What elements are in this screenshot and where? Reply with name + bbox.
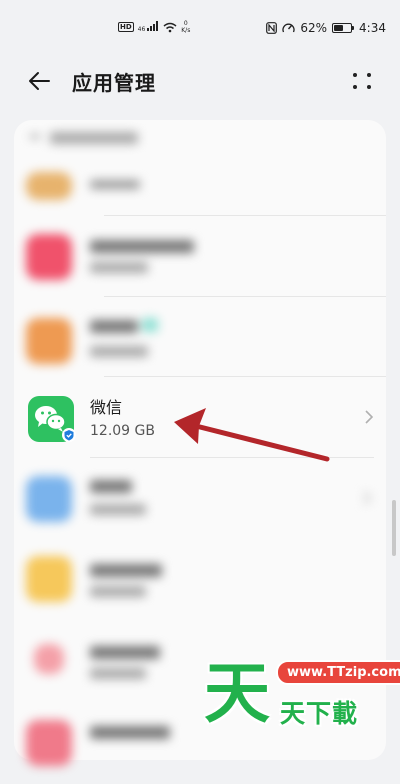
- list-item-wechat[interactable]: 微信 12.09 GB: [14, 376, 386, 458]
- watermark-text: 天下載: [280, 699, 359, 728]
- verified-shield-icon: [62, 428, 76, 442]
- app-name-placeholder: [90, 564, 162, 577]
- battery-icon: [332, 23, 355, 33]
- divider: [104, 296, 386, 297]
- app-name-placeholder: [90, 320, 138, 333]
- network-speed: 0 K/s: [181, 20, 191, 34]
- app-icon: [26, 172, 72, 200]
- wifi-icon: [163, 22, 177, 32]
- app-icon: [26, 556, 72, 602]
- page-title: 应用管理: [72, 71, 156, 95]
- more-dot-icon: [367, 73, 371, 77]
- app-icon: [26, 476, 72, 522]
- app-size-placeholder: [90, 346, 148, 357]
- divider: [104, 215, 386, 216]
- app-size-placeholder: [90, 668, 146, 679]
- arrow-left-icon: [29, 72, 50, 90]
- more-options-button[interactable]: [350, 68, 376, 94]
- app-name-placeholder: [90, 480, 132, 493]
- app-icon: [26, 720, 72, 766]
- app-name-placeholder: [90, 240, 194, 253]
- scrollbar[interactable]: [392, 500, 396, 556]
- back-button[interactable]: [22, 66, 56, 96]
- hd-badge: HD: [118, 22, 134, 32]
- chevron-right-icon: [363, 491, 372, 505]
- app-name-placeholder: [90, 180, 140, 189]
- battery-fill: [334, 25, 344, 31]
- app-size: 12.09 GB: [90, 423, 155, 439]
- app-name: 微信: [90, 398, 123, 417]
- more-dot-icon: [367, 85, 371, 89]
- watermark-big-char: 天: [204, 655, 270, 732]
- wechat-icon: [28, 396, 76, 442]
- app-icon: [34, 644, 64, 674]
- more-dot-icon: [353, 73, 357, 77]
- app-bar: 应用管理: [0, 58, 400, 104]
- signal-strength: 46: [138, 21, 160, 33]
- cellular-icon: [147, 21, 159, 31]
- more-dot-icon: [353, 85, 357, 89]
- list-item[interactable]: [14, 542, 386, 622]
- app-size-placeholder: [90, 586, 146, 597]
- nfc-icon: [266, 22, 278, 34]
- status-bar: HD 46 0 K/s 62% 4:34: [0, 0, 400, 58]
- chevron-right-icon: [365, 410, 374, 424]
- app-icon: [26, 318, 72, 364]
- list-item[interactable]: [14, 458, 386, 538]
- clock: 4:34: [359, 21, 386, 35]
- watermark-logo: 天 www.TTzip.com 天下載: [200, 654, 400, 746]
- list-item[interactable]: [14, 218, 386, 298]
- app-icon: [26, 234, 72, 280]
- app-name-placeholder: [90, 726, 170, 739]
- app-name-placeholder: [90, 646, 160, 659]
- app-size-placeholder: [90, 504, 146, 515]
- battery-percent: 62%: [300, 21, 328, 35]
- watermark-url: www.TTzip.com: [276, 660, 400, 685]
- list-item[interactable]: [14, 300, 386, 380]
- app-size-placeholder: [90, 262, 148, 273]
- blurred-sort-row: [24, 132, 144, 146]
- speedometer-icon: [282, 23, 295, 33]
